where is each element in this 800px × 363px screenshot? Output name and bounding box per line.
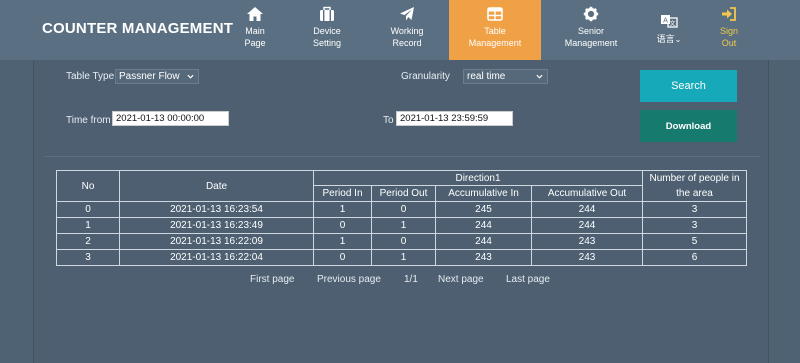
granularity-select[interactable]: real time	[463, 69, 548, 84]
cell-accumulative-out: 243	[531, 249, 643, 266]
gear-icon	[582, 6, 600, 22]
cell-accumulative-out: 244	[531, 217, 643, 234]
nav-senior-management-label-2: Management	[564, 38, 618, 48]
table-row: 2 2021-01-13 16:22:09 1 0 244 243 5	[56, 233, 747, 250]
cell-period-in: 0	[313, 249, 372, 266]
language-label: 语言	[656, 34, 675, 44]
cell-no: 0	[56, 201, 120, 218]
translate-icon: A文	[660, 13, 678, 29]
nav-device-setting-label-2: Setting	[312, 38, 342, 48]
search-button[interactable]: Search	[640, 70, 737, 102]
table-type-value: Passner Flow	[119, 71, 180, 82]
home-icon	[246, 6, 264, 22]
to-label: To	[383, 115, 394, 126]
nav-main-page[interactable]: Main Page	[240, 0, 270, 60]
cell-date: 2021-01-13 16:22:09	[119, 233, 314, 250]
paper-plane-icon	[398, 6, 416, 22]
cell-people-in-area: 3	[642, 217, 747, 234]
download-button[interactable]: Download	[640, 110, 737, 142]
header-period-out: Period Out	[371, 185, 436, 202]
nav-table-management-label-1: Table	[484, 26, 506, 36]
nav-device-setting[interactable]: Device Setting	[305, 0, 349, 60]
first-page-link[interactable]: First page	[250, 274, 294, 285]
nav-senior-management-label-1: Senior	[577, 26, 604, 36]
nav-sign-out-label-2: Out	[721, 38, 737, 48]
table-row: 0 2021-01-13 16:23:54 1 0 245 244 3	[56, 201, 747, 218]
table-management-panel: Table Type Passner Flow Granularity real…	[33, 60, 769, 363]
cell-date: 2021-01-13 16:22:04	[119, 249, 314, 266]
granularity-value: real time	[467, 71, 506, 82]
granularity-label: Granularity	[401, 71, 450, 82]
time-to-input[interactable]	[396, 111, 513, 126]
svg-text:A: A	[663, 18, 668, 25]
nav-working-record-label-1: Working	[390, 26, 424, 36]
time-from-label: Time from	[66, 115, 111, 126]
svg-text:文: 文	[669, 20, 675, 28]
sign-out-icon	[720, 6, 738, 22]
time-from-input[interactable]	[112, 111, 229, 126]
cell-period-out: 0	[371, 201, 436, 218]
header-no: No	[56, 170, 120, 202]
flow-table: No Date Direction1 Number of people in t…	[56, 170, 747, 266]
chevron-down-icon: ⌄	[674, 35, 682, 44]
cell-no: 1	[56, 217, 120, 234]
nav-main-page-label-1: Main	[245, 26, 265, 36]
nav-table-management-label-2: Management	[468, 38, 522, 48]
briefcase-icon	[318, 6, 336, 22]
cell-period-out: 1	[371, 249, 436, 266]
cell-accumulative-out: 244	[531, 201, 643, 218]
nav-table-management[interactable]: Table Management	[449, 0, 541, 60]
language-selector[interactable]: A文 语言⌄	[654, 0, 684, 60]
header-period-in: Period In	[313, 185, 372, 202]
header-date: Date	[119, 170, 314, 202]
top-navigation-bar: COUNTER MANAGEMENT Main Page Device Sett…	[0, 0, 800, 60]
cell-people-in-area: 3	[642, 201, 747, 218]
nav-senior-management[interactable]: Senior Management	[564, 0, 618, 60]
cell-accumulative-out: 243	[531, 233, 643, 250]
app-title: COUNTER MANAGEMENT	[42, 20, 234, 37]
cell-no: 3	[56, 249, 120, 266]
nav-device-setting-label-1: Device	[313, 26, 341, 36]
language-row: 语言⌄	[654, 33, 684, 46]
cell-accumulative-in: 244	[435, 233, 532, 250]
nav-working-record-label-2: Record	[392, 38, 422, 48]
nav-main-page-label-2: Page	[244, 38, 266, 48]
cell-date: 2021-01-13 16:23:54	[119, 201, 314, 218]
cell-people-in-area: 5	[642, 233, 747, 250]
chevron-down-icon	[187, 74, 194, 79]
last-page-link[interactable]: Last page	[506, 274, 550, 285]
cell-period-out: 0	[371, 233, 436, 250]
table-type-label: Table Type	[66, 71, 115, 82]
cell-accumulative-in: 243	[435, 249, 532, 266]
cell-accumulative-in: 245	[435, 201, 532, 218]
nav-sign-out[interactable]: Sign Out	[716, 0, 742, 60]
nav-sign-out-label-1: Sign	[719, 26, 738, 36]
cell-period-in: 1	[313, 201, 372, 218]
table-icon	[486, 6, 504, 22]
previous-page-link[interactable]: Previous page	[317, 274, 381, 285]
page-indicator: 1/1	[404, 274, 418, 285]
cell-period-in: 1	[313, 233, 372, 250]
header-people-in-area: Number of people in the area	[642, 170, 747, 202]
header-accumulative-out: Accumulative Out	[531, 185, 643, 202]
table-type-select[interactable]: Passner Flow	[115, 69, 199, 84]
nav-working-record[interactable]: Working Record	[386, 0, 428, 60]
chevron-down-icon	[536, 74, 543, 79]
cell-accumulative-in: 244	[435, 217, 532, 234]
header-direction-group: Direction1	[313, 170, 643, 186]
header-accumulative-in: Accumulative In	[435, 185, 532, 202]
table-row: 3 2021-01-13 16:22:04 0 1 243 243 6	[56, 249, 747, 266]
cell-period-in: 0	[313, 217, 372, 234]
cell-no: 2	[56, 233, 120, 250]
divider	[44, 156, 760, 157]
cell-people-in-area: 6	[642, 249, 747, 266]
table-row: 1 2021-01-13 16:23:49 0 1 244 244 3	[56, 217, 747, 234]
next-page-link[interactable]: Next page	[438, 274, 484, 285]
cell-period-out: 1	[371, 217, 436, 234]
cell-date: 2021-01-13 16:23:49	[119, 217, 314, 234]
